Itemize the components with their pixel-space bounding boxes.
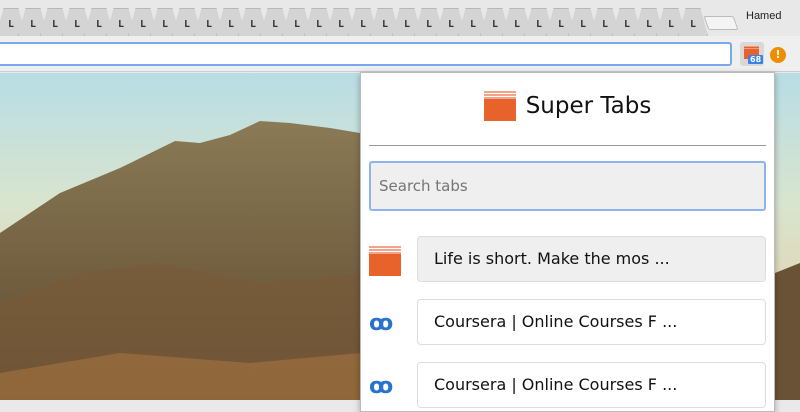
tab-favicon-icon: L <box>667 18 675 30</box>
profile-name[interactable]: Hamed <box>746 10 781 22</box>
tab-item-button[interactable]: Coursera | Online Courses F ... <box>417 299 766 345</box>
browser-tab[interactable]: L <box>528 8 550 36</box>
super-tabs-popup: Super Tabs Life is short. Make the mos .… <box>360 72 775 412</box>
divider <box>369 145 766 146</box>
tab-favicon-icon: L <box>29 18 37 30</box>
tab-favicon-icon: L <box>95 18 103 30</box>
warning-icon[interactable]: ! <box>770 47 786 63</box>
tab-favicon-icon: L <box>425 18 433 30</box>
tab-favicon-icon: L <box>491 18 499 30</box>
tab-favicon-icon: L <box>315 18 323 30</box>
tab-favicon-icon: L <box>469 18 477 30</box>
new-tab-button[interactable] <box>703 16 739 30</box>
tab-favicon-icon: L <box>623 18 631 30</box>
browser-tab[interactable]: L <box>484 8 506 36</box>
browser-tab[interactable]: L <box>44 8 66 36</box>
tab-list-item: Life is short. Make the mos ... <box>369 236 766 284</box>
tab-favicon-icon: L <box>139 18 147 30</box>
tab-favicon-icon: L <box>227 18 235 30</box>
browser-tab[interactable]: L <box>660 8 682 36</box>
tab-favicon-icon: L <box>513 18 521 30</box>
popup-title: Super Tabs <box>525 93 652 119</box>
tab-favicon-icon: L <box>183 18 191 30</box>
browser-tab[interactable]: L <box>198 8 220 36</box>
browser-tab[interactable]: L <box>286 8 308 36</box>
browser-tab[interactable]: L <box>330 8 352 36</box>
tab-item-button[interactable]: Life is short. Make the mos ... <box>417 236 766 282</box>
tab-favicon-icon: L <box>601 18 609 30</box>
tab-favicon-icon: L <box>117 18 125 30</box>
tab-favicon-icon: L <box>557 18 565 30</box>
browser-tab[interactable]: L <box>242 8 264 36</box>
tab-favicon-icon: L <box>161 18 169 30</box>
browser-tab[interactable]: L <box>22 8 44 36</box>
browser-tab[interactable]: L <box>308 8 330 36</box>
tab-strip: L L L L L L L L L L L L L L L L L L L L L L L L L L L L L L L L Hamed <box>0 0 800 38</box>
tab-favicon-icon: L <box>689 18 697 30</box>
super-tabs-logo-icon <box>483 91 516 121</box>
browser-tab[interactable]: L <box>550 8 572 36</box>
browser-tab[interactable]: L <box>374 8 396 36</box>
tab-list-item: oo Coursera | Online Courses F ... <box>369 299 766 347</box>
browser-tab[interactable]: L <box>154 8 176 36</box>
super-tabs-icon <box>369 246 401 276</box>
browser-tab[interactable]: L <box>440 8 462 36</box>
browser-tab[interactable]: L <box>572 8 594 36</box>
browser-tab[interactable]: L <box>132 8 154 36</box>
tab-favicon-icon: L <box>403 18 411 30</box>
tab-favicon-icon: L <box>249 18 257 30</box>
tab-item-button[interactable]: Coursera | Online Courses F ... <box>417 362 766 408</box>
browser-tab[interactable]: L <box>616 8 638 36</box>
tab-count-badge: 68 <box>748 55 764 64</box>
browser-tab[interactable]: L <box>110 8 132 36</box>
browser-tab[interactable]: L <box>0 8 22 36</box>
browser-tab[interactable]: L <box>396 8 418 36</box>
tab-favicon-icon: L <box>293 18 301 30</box>
browser-tab[interactable]: L <box>682 8 704 36</box>
tab-list-item: oo Coursera | Online Courses F ... <box>369 362 766 410</box>
tab-favicon-icon: L <box>271 18 279 30</box>
tab-favicon-icon: L <box>73 18 81 30</box>
popup-header: Super Tabs <box>361 91 774 121</box>
browser-tab[interactable]: L <box>264 8 286 36</box>
browser-tab[interactable]: L <box>352 8 374 36</box>
address-bar[interactable] <box>0 42 732 66</box>
tab-favicon-icon: L <box>359 18 367 30</box>
browser-tab[interactable]: L <box>220 8 242 36</box>
browser-tab[interactable]: L <box>418 8 440 36</box>
tab-favicon-icon: L <box>645 18 653 30</box>
browser-tab[interactable]: L <box>66 8 88 36</box>
coursera-icon: oo <box>369 311 393 336</box>
toolbar: 68 ! <box>0 36 800 72</box>
tab-favicon-icon: L <box>579 18 587 30</box>
tab-favicon-icon: L <box>51 18 59 30</box>
tab-favicon-icon: L <box>7 18 15 30</box>
tab-favicon-icon: L <box>447 18 455 30</box>
tab-favicon-icon: L <box>337 18 345 30</box>
browser-tab[interactable]: L <box>462 8 484 36</box>
browser-tab[interactable]: L <box>176 8 198 36</box>
browser-tab[interactable]: L <box>506 8 528 36</box>
coursera-icon: oo <box>369 374 393 399</box>
tab-favicon-icon: L <box>205 18 213 30</box>
browser-tab[interactable]: L <box>638 8 660 36</box>
tabs-list: LLLLLLLLLLLLLLLLLLLLLLLLLLLLLLLL <box>0 8 704 36</box>
super-tabs-extension-button[interactable]: 68 <box>740 42 764 66</box>
tab-favicon-icon: L <box>535 18 543 30</box>
browser-tab[interactable]: L <box>88 8 110 36</box>
tab-favicon-icon: L <box>381 18 389 30</box>
search-tabs-input[interactable] <box>369 161 766 211</box>
browser-tab[interactable]: L <box>594 8 616 36</box>
